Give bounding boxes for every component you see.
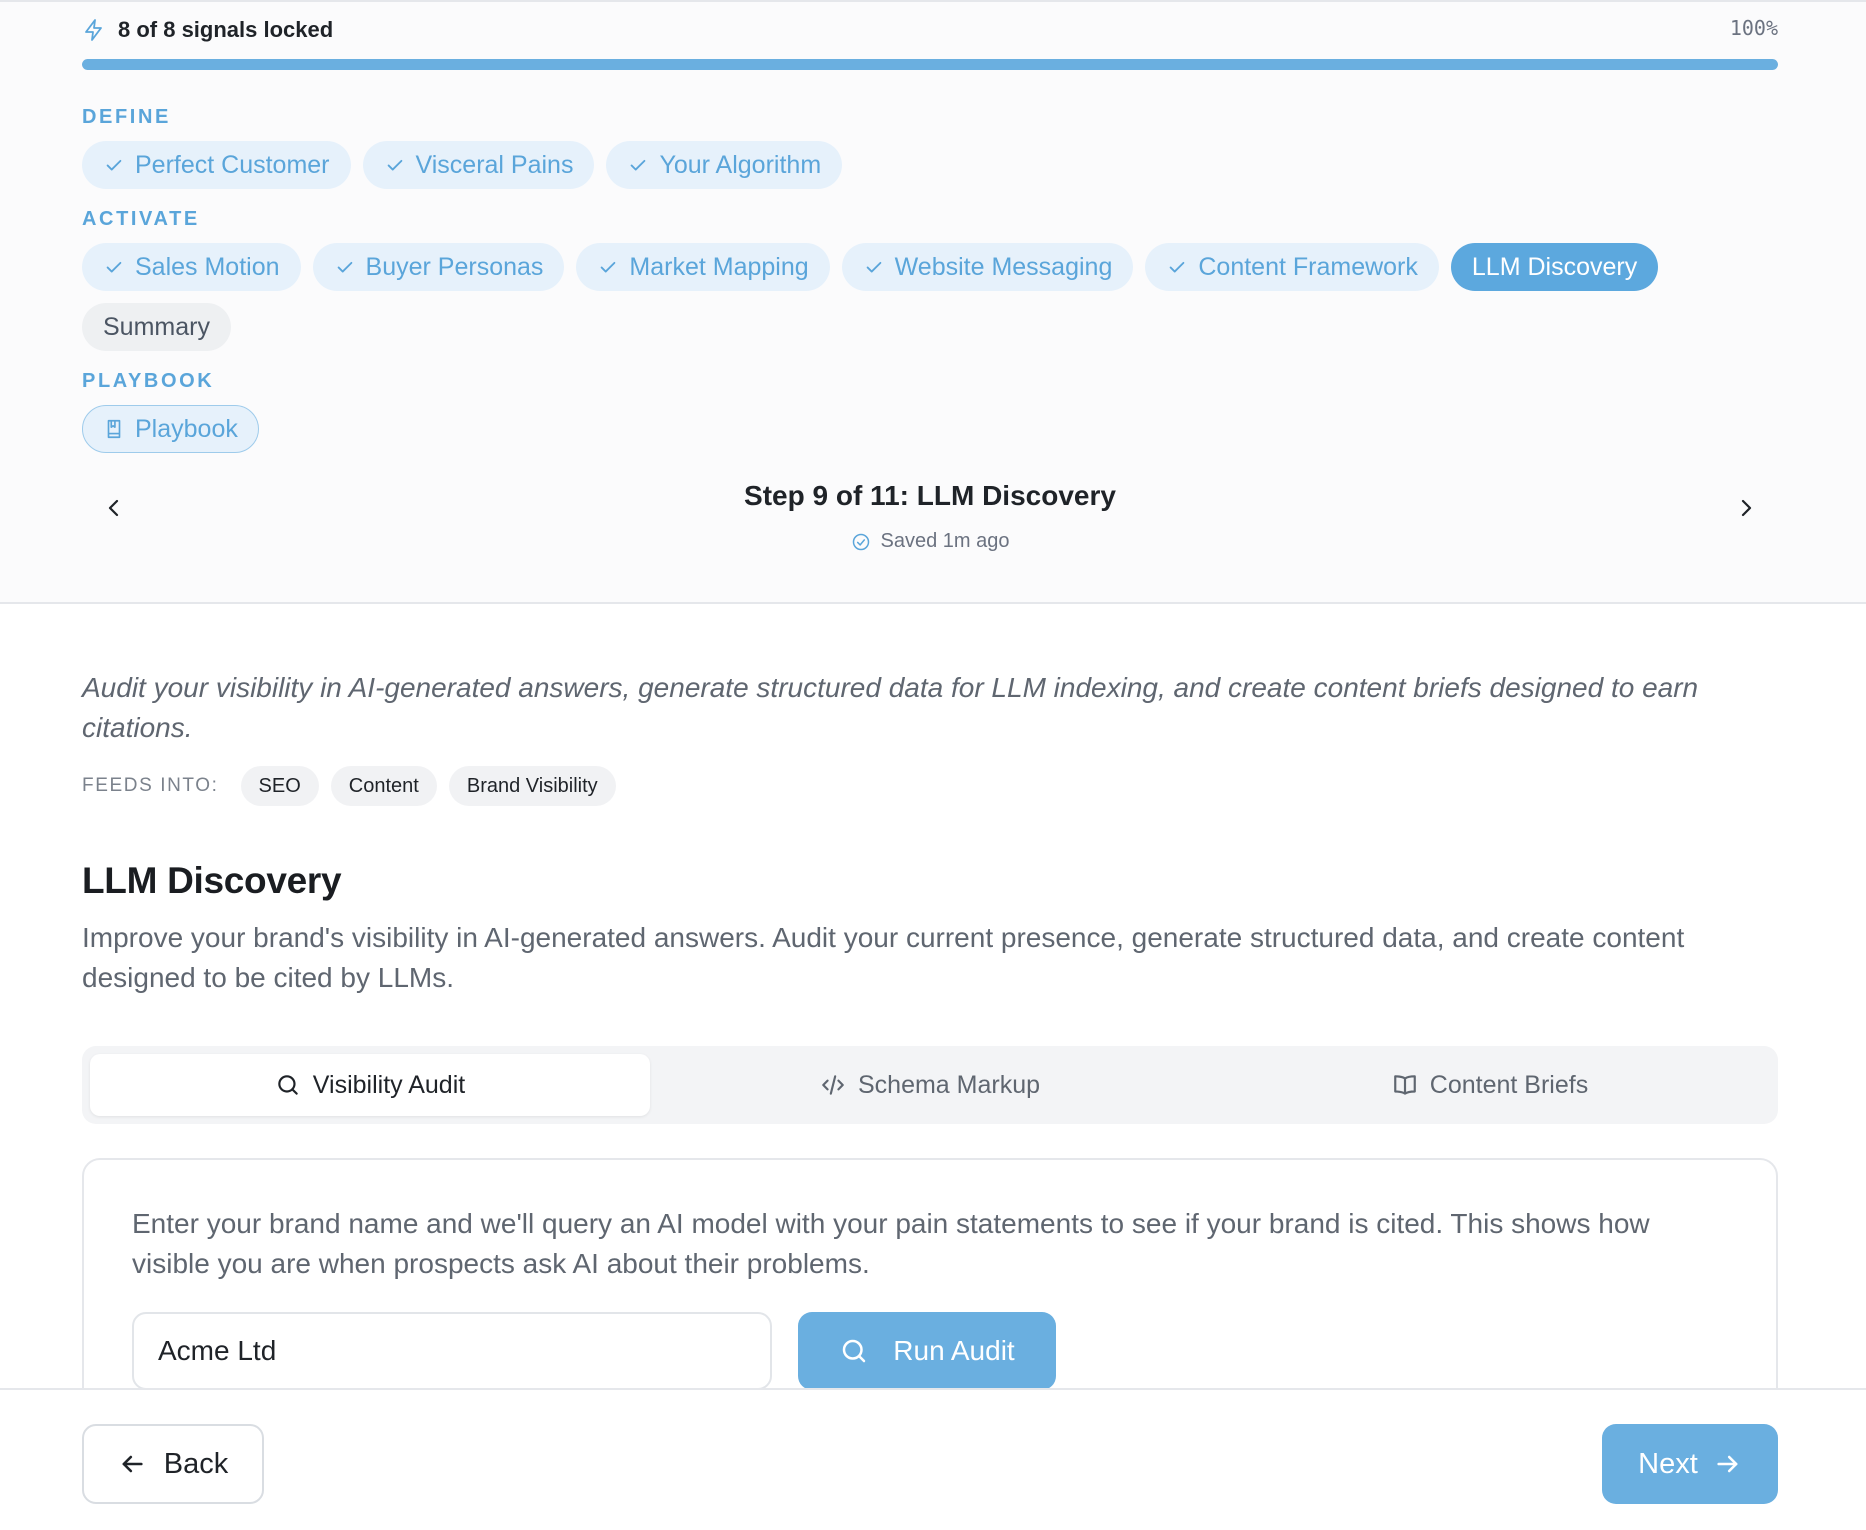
define-steps: Perfect Customer Visceral Pains Your Algor…: [82, 141, 1802, 189]
check-icon: [866, 261, 881, 273]
progress-bar: [82, 59, 1778, 70]
check-circle-icon: [852, 533, 869, 550]
step-chip-label: Website Messaging: [894, 252, 1113, 281]
feeds-tag: Content: [330, 766, 437, 806]
tool-tabs: Visibility Audit Schema Markup Content B…: [82, 1046, 1778, 1124]
step-chip-label: Content Framework: [1198, 252, 1418, 281]
check-icon: [631, 159, 646, 171]
tab-label: Visibility Audit: [312, 1070, 466, 1099]
open-book-icon: [1393, 1075, 1416, 1095]
step-chip-label: Playbook: [135, 414, 238, 443]
progress-percent: 100%: [1729, 16, 1778, 40]
wizard-header: 8 of 8 signals locked 100% DEFINE Perfec…: [0, 0, 1866, 604]
run-audit-label: Run Audit: [893, 1335, 1015, 1366]
step-chip-visceral-pains[interactable]: Visceral Pains: [362, 141, 595, 189]
step-chip-perfect-customer[interactable]: Perfect Customer: [82, 141, 351, 189]
step-navigator: Step 9 of 11: LLM Discovery Saved 1m ago: [82, 472, 1778, 562]
step-chip-label: LLM Discovery: [1471, 252, 1638, 281]
activate-steps: Sales Motion Buyer Personas Market Mapping…: [82, 243, 1802, 351]
feeds-tag: SEO: [240, 766, 319, 806]
step-chip-label: Sales Motion: [135, 252, 280, 281]
search-icon: [843, 1339, 866, 1363]
run-audit-button[interactable]: Run Audit: [798, 1312, 1056, 1390]
tab-label: Schema Markup: [857, 1070, 1041, 1099]
step-title: Step 9 of 11: LLM Discovery: [744, 480, 1116, 511]
playbook-steps: Playbook: [82, 405, 1802, 453]
signals-text: 8 of 8 signals locked: [118, 17, 334, 42]
step-chip-label: Market Mapping: [629, 252, 809, 281]
tab-label: Content Briefs: [1429, 1070, 1589, 1099]
chevron-right-icon: [1741, 499, 1752, 517]
section-label-playbook: PLAYBOOK: [82, 370, 215, 392]
brand-name-input[interactable]: [132, 1312, 772, 1390]
check-icon: [1170, 261, 1185, 273]
step-chip-content-framework[interactable]: Content Framework: [1145, 243, 1439, 291]
feeds-label: FEEDS INTO:: [82, 775, 219, 796]
signals-status: 8 of 8 signals locked: [82, 14, 333, 46]
next-button[interactable]: Next: [1602, 1424, 1778, 1504]
section-label-define: DEFINE: [82, 106, 171, 128]
step-chip-website-messaging[interactable]: Website Messaging: [841, 243, 1134, 291]
step-chip-playbook[interactable]: Playbook: [82, 405, 259, 453]
check-icon: [387, 159, 402, 171]
feeds-tag: Brand Visibility: [448, 766, 616, 806]
feeds-into: FEEDS INTO: SEO Content Brand Visibility: [82, 766, 616, 806]
section-label-activate: ACTIVATE: [82, 208, 200, 230]
check-icon: [106, 261, 122, 273]
saved-text: Saved 1m ago: [880, 530, 1010, 552]
audit-instructions: Enter your brand name and we'll query an…: [132, 1208, 1650, 1279]
code-icon: [822, 1075, 844, 1095]
back-label: Back: [163, 1447, 229, 1480]
search-icon: [278, 1075, 298, 1095]
step-intro: Audit your visibility in AI-generated an…: [82, 672, 1699, 743]
page-description: Improve your brand's visibility in AI-ge…: [82, 922, 1685, 993]
check-icon: [106, 159, 122, 171]
wizard-page: 8 of 8 signals locked 100% DEFINE Perfec…: [0, 0, 1866, 1530]
next-label: Next: [1638, 1447, 1698, 1480]
check-icon: [601, 261, 616, 273]
next-step-button[interactable]: [1726, 488, 1766, 528]
check-icon: [337, 261, 352, 273]
step-chip-label: Buyer Personas: [365, 252, 544, 281]
step-chip-llm-discovery[interactable]: LLM Discovery: [1450, 243, 1659, 291]
step-chip-label: Visceral Pains: [415, 150, 574, 179]
step-chip-summary[interactable]: Summary: [82, 303, 231, 351]
save-status: Saved 1m ago: [82, 530, 1778, 553]
step-chip-label: Summary: [103, 312, 210, 341]
step-chip-label: Perfect Customer: [135, 150, 330, 179]
lightning-icon: [85, 19, 102, 41]
tab-schema-markup[interactable]: Schema Markup: [650, 1054, 1210, 1116]
step-chip-market-mapping[interactable]: Market Mapping: [576, 243, 830, 291]
page-title: LLM Discovery: [82, 860, 342, 901]
progress-bar-fill: [82, 59, 1778, 70]
back-button[interactable]: Back: [82, 1424, 264, 1504]
step-chip-your-algorithm[interactable]: Your Algorithm: [606, 141, 843, 189]
step-chip-sales-motion[interactable]: Sales Motion: [82, 243, 301, 291]
step-chip-buyer-personas[interactable]: Buyer Personas: [312, 243, 565, 291]
tab-content-briefs[interactable]: Content Briefs: [1210, 1054, 1770, 1116]
tab-visibility-audit[interactable]: Visibility Audit: [90, 1054, 650, 1116]
wizard-footer: Back Next: [0, 1388, 1866, 1530]
step-chip-label: Your Algorithm: [659, 150, 822, 179]
book-icon: [107, 419, 121, 439]
arrow-left-icon: [122, 1455, 143, 1473]
arrow-right-icon: [1717, 1455, 1738, 1473]
